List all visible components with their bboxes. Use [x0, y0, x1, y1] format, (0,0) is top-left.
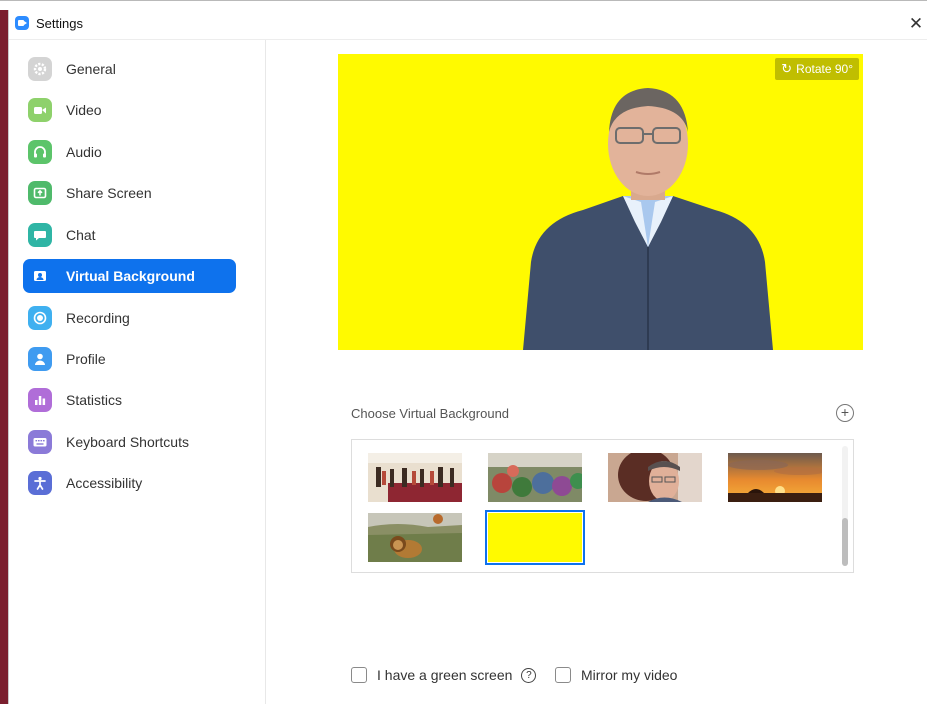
- rotate-icon: ↻: [781, 61, 793, 76]
- sidebar-item-label: Virtual Background: [66, 268, 195, 284]
- virtual-background-panel: ↻ Rotate 90° Choose Virtual Background +: [266, 40, 927, 704]
- settings-sidebar: General Video Audio Share Screen Chat Vi…: [9, 40, 266, 704]
- share-screen-icon: [28, 181, 52, 205]
- accessibility-icon: [28, 471, 52, 495]
- headphones-icon: [28, 140, 52, 164]
- window-frame-edge: [0, 0, 9, 704]
- green-screen-label: I have a green screen: [377, 667, 513, 683]
- background-thumbnail-sunset[interactable]: [728, 453, 822, 502]
- choose-background-heading: Choose Virtual Background: [351, 406, 510, 421]
- sidebar-item-label: Keyboard Shortcuts: [66, 434, 189, 450]
- sidebar-item-label: Video: [66, 102, 102, 118]
- close-button[interactable]: ✕: [905, 12, 927, 36]
- background-thumbnail-self-portrait[interactable]: [608, 453, 702, 502]
- sidebar-item-profile[interactable]: Profile: [23, 342, 236, 376]
- sidebar-item-label: General: [66, 61, 116, 77]
- rotate-label: Rotate 90°: [796, 62, 853, 76]
- sidebar-item-label: Recording: [66, 310, 130, 326]
- mirror-video-option: Mirror my video: [555, 665, 677, 685]
- gallery-scrollbar[interactable]: [842, 446, 848, 566]
- profile-icon: [28, 347, 52, 371]
- sidebar-item-label: Accessibility: [66, 475, 143, 491]
- chat-bubble-icon: [28, 223, 52, 247]
- background-gallery: [351, 439, 854, 573]
- sidebar-item-label: Profile: [66, 351, 106, 367]
- background-thumbnail-yellow[interactable]: [485, 510, 585, 565]
- gear-icon: [28, 57, 52, 81]
- zoom-app-icon: [15, 16, 29, 30]
- sidebar-item-statistics[interactable]: Statistics: [23, 383, 236, 417]
- sidebar-item-label: Share Screen: [66, 185, 152, 201]
- mirror-video-label: Mirror my video: [581, 667, 678, 683]
- background-thumbnail-lion-savanna[interactable]: [368, 513, 462, 562]
- gallery-scroll-thumb[interactable]: [842, 518, 848, 566]
- sidebar-item-label: Chat: [66, 227, 96, 243]
- background-thumbnail-flower-market[interactable]: [488, 453, 582, 502]
- green-screen-option: I have a green screen ?: [351, 665, 537, 685]
- sidebar-item-virtual-background[interactable]: Virtual Background: [23, 259, 236, 293]
- video-preview: ↻ Rotate 90°: [338, 54, 863, 350]
- record-icon: [28, 306, 52, 330]
- sidebar-item-audio[interactable]: Audio: [23, 135, 236, 169]
- sidebar-item-video[interactable]: Video: [23, 93, 236, 127]
- add-background-button[interactable]: +: [836, 404, 854, 422]
- sidebar-item-chat[interactable]: Chat: [23, 218, 236, 252]
- sidebar-item-general[interactable]: General: [23, 52, 236, 86]
- title-bar: Settings ✕: [0, 0, 927, 40]
- rotate-90-button[interactable]: ↻ Rotate 90°: [775, 58, 859, 80]
- sidebar-item-label: Statistics: [66, 392, 123, 408]
- virtual-background-icon: [28, 264, 52, 288]
- window-title: Settings: [36, 16, 83, 31]
- sidebar-item-label: Audio: [66, 144, 102, 160]
- sidebar-item-share-screen[interactable]: Share Screen: [23, 176, 236, 210]
- video-camera-icon: [28, 98, 52, 122]
- keyboard-icon: [28, 430, 52, 454]
- person-video-feed: [523, 88, 773, 350]
- help-icon[interactable]: ?: [521, 667, 537, 683]
- mirror-video-checkbox[interactable]: [555, 667, 571, 683]
- background-thumbnail-ballroom[interactable]: [368, 453, 462, 502]
- statistics-icon: [28, 388, 52, 412]
- sidebar-item-accessibility[interactable]: Accessibility: [23, 466, 236, 500]
- green-screen-checkbox[interactable]: [351, 667, 367, 683]
- sidebar-item-recording[interactable]: Recording: [23, 301, 236, 335]
- sidebar-item-keyboard-shortcuts[interactable]: Keyboard Shortcuts: [23, 425, 236, 459]
